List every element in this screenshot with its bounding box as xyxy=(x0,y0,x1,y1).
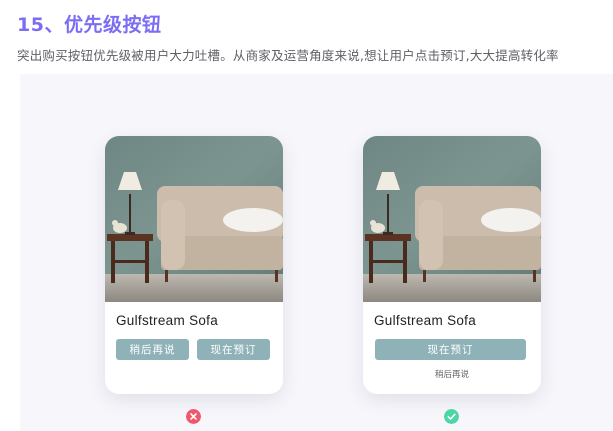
cross-icon xyxy=(186,409,201,424)
sofa-photo xyxy=(363,136,541,302)
later-button[interactable]: 稍后再说 xyxy=(116,339,189,360)
product-name: Gulfstream Sofa xyxy=(116,313,219,328)
book-now-button[interactable]: 现在预订 xyxy=(375,339,526,360)
product-card-correct: Gulfstream Sofa 现在预订 稍后再说 xyxy=(363,136,541,394)
section-title: 15、优先级按钮 xyxy=(17,14,162,36)
sofa-photo xyxy=(105,136,283,302)
product-card-incorrect: Gulfstream Sofa 稍后再说 现在预订 xyxy=(105,136,283,394)
product-name: Gulfstream Sofa xyxy=(374,313,477,328)
check-icon xyxy=(444,409,459,424)
later-link[interactable]: 稍后再说 xyxy=(363,368,541,380)
book-now-button[interactable]: 现在预订 xyxy=(197,339,270,360)
section-description: 突出购买按钮优先级被用户大力吐槽。从商家及运营角度来说,想让用户点击预订,大大提… xyxy=(17,48,559,63)
